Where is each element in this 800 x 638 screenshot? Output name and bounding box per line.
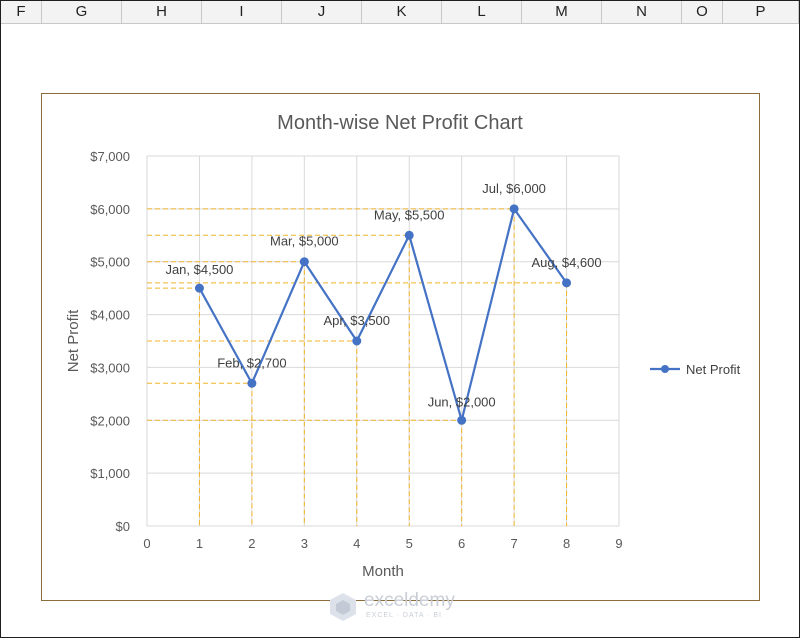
y-tick-label: $6,000: [90, 202, 130, 217]
data-point[interactable]: [299, 257, 309, 267]
data-label: May, $5,500: [374, 207, 445, 222]
data-label: Mar, $5,000: [270, 234, 339, 249]
column-header-bar: FGHIJKLMNOP: [1, 1, 799, 24]
y-tick-label: $7,000: [90, 149, 130, 164]
y-tick-label: $5,000: [90, 255, 130, 270]
data-label: Feb, $2,700: [217, 355, 286, 370]
x-tick-label: 5: [406, 536, 413, 551]
x-tick-label: 3: [301, 536, 308, 551]
y-axis-label: Net Profit: [65, 309, 82, 372]
x-tick-label: 1: [196, 536, 203, 551]
y-tick-label: $1,000: [90, 466, 130, 481]
column-header-j[interactable]: J: [282, 1, 362, 23]
data-label: Apr, $3,500: [324, 313, 391, 328]
x-tick-label: 6: [458, 536, 465, 551]
data-point[interactable]: [457, 415, 467, 425]
data-point[interactable]: [194, 283, 204, 293]
column-header-p[interactable]: P: [723, 1, 799, 23]
column-header-l[interactable]: L: [442, 1, 522, 23]
watermark-name: exceldemy: [364, 590, 455, 611]
exceldemy-logo-icon: [330, 593, 356, 621]
x-tick-label: 7: [510, 536, 517, 551]
data-label: Jul, $6,000: [482, 181, 546, 196]
data-point[interactable]: [352, 336, 362, 346]
column-header-h[interactable]: H: [122, 1, 202, 23]
chart-area[interactable]: Month-wise Net Profit Chart $0 $1,000 $2,00…: [41, 93, 760, 601]
column-header-g[interactable]: G: [42, 1, 122, 23]
data-label: Jan, $4,500: [165, 262, 233, 277]
x-tick-label: 2: [248, 536, 255, 551]
column-header-k[interactable]: K: [362, 1, 442, 23]
chart-title: Month-wise Net Profit Chart: [277, 112, 523, 134]
x-tick-label: 0: [143, 536, 150, 551]
data-point[interactable]: [247, 378, 257, 388]
data-point[interactable]: [509, 204, 519, 214]
x-tick-label: 9: [615, 536, 622, 551]
y-tick-label: $3,000: [90, 360, 130, 375]
x-axis-label: Month: [362, 563, 404, 580]
column-header-o[interactable]: O: [682, 1, 723, 23]
column-header-n[interactable]: N: [602, 1, 682, 23]
y-tick-label: $4,000: [90, 308, 130, 323]
legend-label: Net Profit: [686, 362, 741, 377]
legend-marker-icon: [661, 365, 669, 373]
watermark-tagline: EXCEL · DATA · BI: [366, 612, 442, 619]
column-header-i[interactable]: I: [202, 1, 282, 23]
column-header-f[interactable]: F: [1, 1, 42, 23]
y-tick-label: $2,000: [90, 413, 130, 428]
y-tick-label: $0: [116, 519, 130, 534]
line-chart: Month-wise Net Profit Chart $0 $1,000 $2,00…: [65, 112, 741, 580]
watermark: exceldemy EXCEL · DATA · BI: [328, 590, 478, 626]
x-tick-label: 4: [353, 536, 360, 551]
data-point[interactable]: [562, 278, 572, 288]
data-label: Jun, $2,000: [428, 394, 496, 409]
data-label: Aug, $4,600: [531, 255, 601, 270]
column-header-m[interactable]: M: [522, 1, 602, 23]
x-tick-label: 8: [563, 536, 570, 551]
data-point[interactable]: [404, 230, 414, 240]
